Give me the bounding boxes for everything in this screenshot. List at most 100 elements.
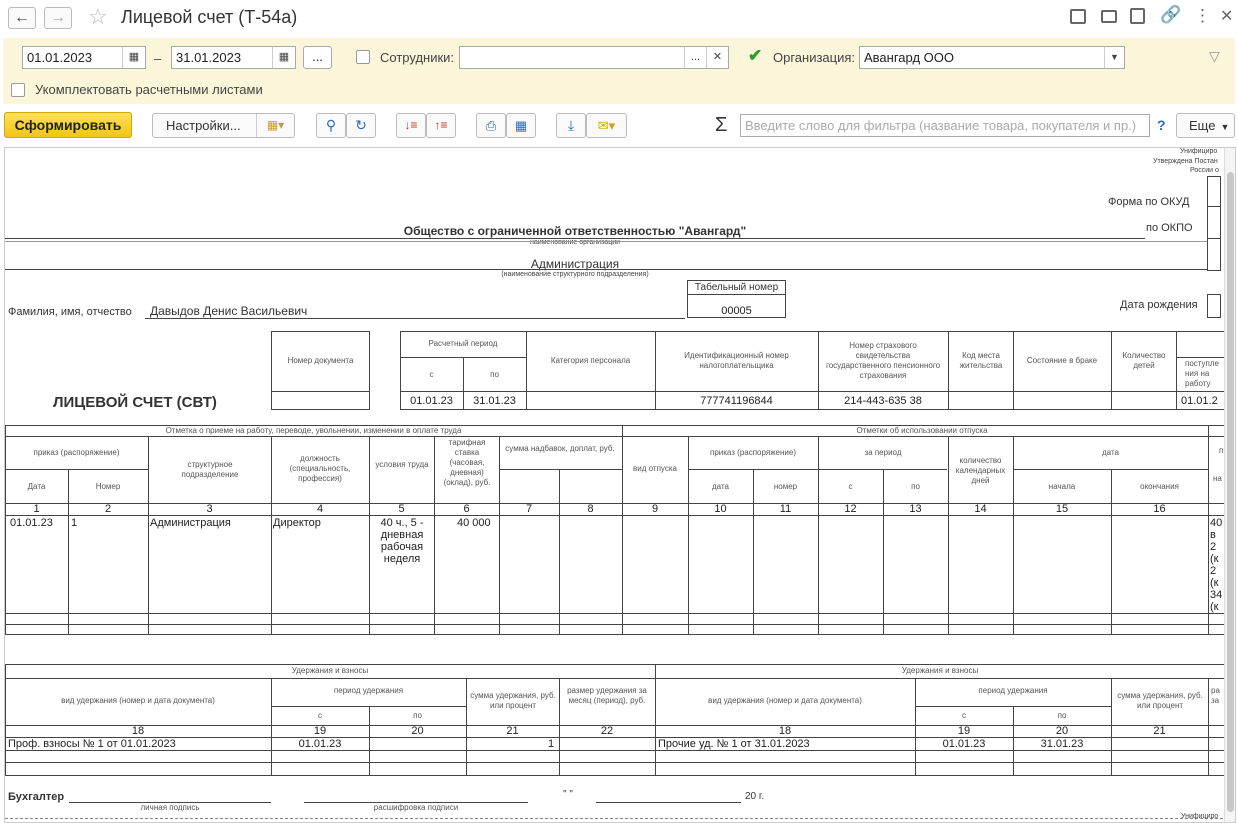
sort-asc-icon[interactable]: ↑≡ [426,113,456,138]
col-num: 5 [398,503,405,515]
decode-caption: расшифровка подписи [373,803,459,812]
h-ded-to-2: по [1057,711,1067,720]
s1-title: Отметка о приеме на работу, переводе, ув… [165,426,462,435]
filter-funnel-icon[interactable]: ▽ [1209,48,1220,65]
h-from2: с [848,482,853,491]
h-order2: приказ (распоряжение) [709,448,796,457]
col-num: 8 [587,503,594,515]
dept-caption: (наименование структурного подразделения… [501,271,649,278]
help-icon[interactable]: ? [1157,117,1166,133]
more-button[interactable]: Еще ▼ [1176,113,1235,138]
ded-title: Удержания и взносы [291,666,369,675]
tab-number-label: Табельный номер [694,282,779,293]
h-ded-size: размер удержания за месяц (период), руб. [567,686,647,705]
h-order: приказ (распоряжение) [33,448,120,457]
print-icon[interactable]: ⎙ [476,113,506,138]
h-position: должность (специальность, профессия) [289,454,351,483]
search-refresh-icon[interactable]: ↻ [346,113,376,138]
download-icon[interactable]: ⤓ [556,113,586,138]
ded-col-num: 19 [313,725,327,737]
date-to-field[interactable]: 31.01.2023 ▦ [171,46,296,69]
employees-label: Сотрудники: [380,50,455,65]
calendar-icon[interactable]: ▦ [122,47,145,68]
back-icon[interactable]: ← [8,7,36,29]
employees-checkbox[interactable] [356,50,370,64]
h-conditions: условия труда [375,460,429,469]
h-p: п [1219,446,1224,455]
ded2-from: 01.01.23 [942,738,986,750]
col-num: 1 [33,503,40,515]
col-num: 12 [844,503,857,515]
sum-icon[interactable]: Σ [715,114,727,137]
tab-number-value: 00005 [721,305,752,317]
h-children: Количество детей [1122,351,1166,370]
period-from-value: 01.01.23 [410,395,453,407]
org-field[interactable]: Авангард ООО ▼ [859,46,1125,69]
h-ded-sum-2: сумма удержания, руб. или процент [1117,691,1203,710]
report-filter-input[interactable]: Введите слово для фильтра (название това… [740,114,1150,137]
settings-button[interactable]: Настройки... ▦▾ [152,113,295,138]
h-receipt: поступле ния на работу [1185,359,1219,388]
sort-desc-icon[interactable]: ↓≡ [396,113,426,138]
generate-button[interactable]: Сформировать [4,112,132,138]
h-for-period: за период [864,448,902,457]
period-select-button[interactable]: ... [303,46,332,69]
row-dept: Администрация [150,517,231,529]
ded-title-2: Удержания и взносы [901,666,979,675]
s2-title: Отметки об использовании отпуска [856,426,988,435]
col-num: 14 [974,503,987,515]
variants-folder-icon[interactable]: ▦▾ [256,114,294,137]
col-num: 6 [463,503,470,515]
org-label: Организация: [773,50,856,65]
row-rate: 40 000 [457,517,491,529]
col-num: 15 [1055,503,1069,515]
scrollbar-thumb[interactable] [1227,172,1234,812]
approved-note: России о [1190,167,1219,174]
complete-checkbox[interactable] [11,83,25,97]
title-bar: ← → ☆ Лицевой счет (Т-54а) 🔗 ⋮ ✕ [0,0,1238,36]
col-num: 16 [1153,503,1166,515]
h-vac-type: вид отпуска [633,464,677,473]
col-num: 9 [651,503,659,515]
h-period-to: по [490,370,499,379]
doc-title: ЛИЦЕВОЙ СЧЕТ (СВТ) [53,394,217,411]
close-icon[interactable]: ✕ [1220,6,1233,26]
h-ded-type: вид удержания (номер и дата документа) [61,696,215,705]
forward-icon[interactable]: → [44,7,72,29]
fio-label: Фамилия, имя, отчество [8,306,132,318]
h-period: Расчетный период [428,339,498,348]
save-icon[interactable] [1070,9,1086,24]
approved-note: Утверждена Постан [1153,158,1218,165]
preview-icon[interactable] [1130,8,1145,24]
fio-value: Давыдов Денис Васильевич [150,304,308,318]
email-icon[interactable]: ✉▾ [586,113,627,138]
h-to2: по [911,482,920,491]
okpo-label: по ОКПО [1146,222,1193,234]
okud-code-box [1207,176,1221,271]
vertical-scrollbar[interactable] [1224,148,1235,822]
ded1-sum: 1 [548,738,555,750]
more-vert-icon[interactable]: ⋮ [1194,6,1211,26]
h-end: окончания [1140,482,1179,491]
employees-field[interactable]: ... ✕ [459,46,729,69]
search-icon[interactable]: ⚲ [316,113,346,138]
date-from-field[interactable]: 01.01.2023 ▦ [22,46,146,69]
form-okud-label: Форма по ОКУД [1108,196,1190,208]
print-preview-icon[interactable]: ▦ [506,113,536,138]
favorite-star-icon[interactable]: ☆ [88,4,108,30]
h-struct: структурное подразделение [181,460,239,479]
inn-value: 777741196844 [700,395,773,407]
col-num: 2 [104,503,112,515]
ded-col-num: 20 [411,725,424,737]
ded-col-num: 21 [506,725,519,737]
dropdown-arrow-icon[interactable]: ▼ [1104,47,1124,68]
complete-label: Укомплектовать расчетными листами [35,82,263,97]
report-spreadsheet[interactable]: Унифициро Утверждена Постан России о Фор… [4,147,1236,823]
calendar-icon[interactable]: ▦ [272,47,295,68]
link-icon[interactable]: 🔗 [1160,5,1181,25]
select-dots-button[interactable]: ... [684,47,706,68]
h-ded-sum: сумма удержания, руб. или процент [470,691,556,710]
clear-icon[interactable]: ✕ [706,47,728,68]
org-checkbox-checked-icon[interactable]: ✔ [748,46,762,66]
print-icon[interactable] [1101,10,1117,23]
